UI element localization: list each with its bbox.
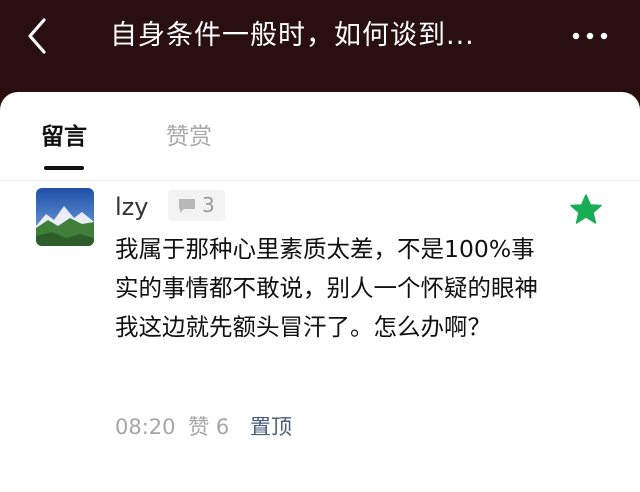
pin-to-top-link[interactable]: 置顶 (250, 410, 292, 444)
comment-username[interactable]: lzy (115, 191, 148, 223)
top-bar: 自身条件一般时，如何谈到... (0, 0, 640, 90)
tab-bar: 留言 赞赏 (0, 92, 640, 181)
star-icon[interactable] (569, 193, 603, 225)
active-tab-indicator (44, 166, 84, 170)
reply-count: 3 (202, 193, 215, 217)
comment-text: 我属于那种心里素质太差，不是100%事实的事情都不敢说，别人一个怀疑的眼神我这边… (115, 235, 538, 341)
avatar[interactable] (36, 188, 94, 246)
tab-appreciation[interactable]: 赞赏 (166, 120, 212, 154)
mountain-landscape-avatar (36, 188, 94, 246)
comment-bubble-icon (179, 199, 195, 213)
tab-comments[interactable]: 留言 (41, 120, 87, 154)
page-title: 自身条件一般时，如何谈到... (110, 20, 475, 51)
comment-meta: 08:20 赞 6 置顶 (115, 410, 292, 444)
comments-sheet: 留言 赞赏 lzy 3 我属于那种心里素质太差，不是100%事实的事情都不敢说，… (0, 92, 640, 492)
like-button[interactable]: 赞 6 (188, 410, 229, 444)
more-dots-icon[interactable] (570, 22, 610, 50)
comment-time: 08:20 (115, 415, 176, 439)
reply-count-chip[interactable]: 3 (168, 190, 225, 221)
chevron-left-icon[interactable] (22, 16, 52, 56)
